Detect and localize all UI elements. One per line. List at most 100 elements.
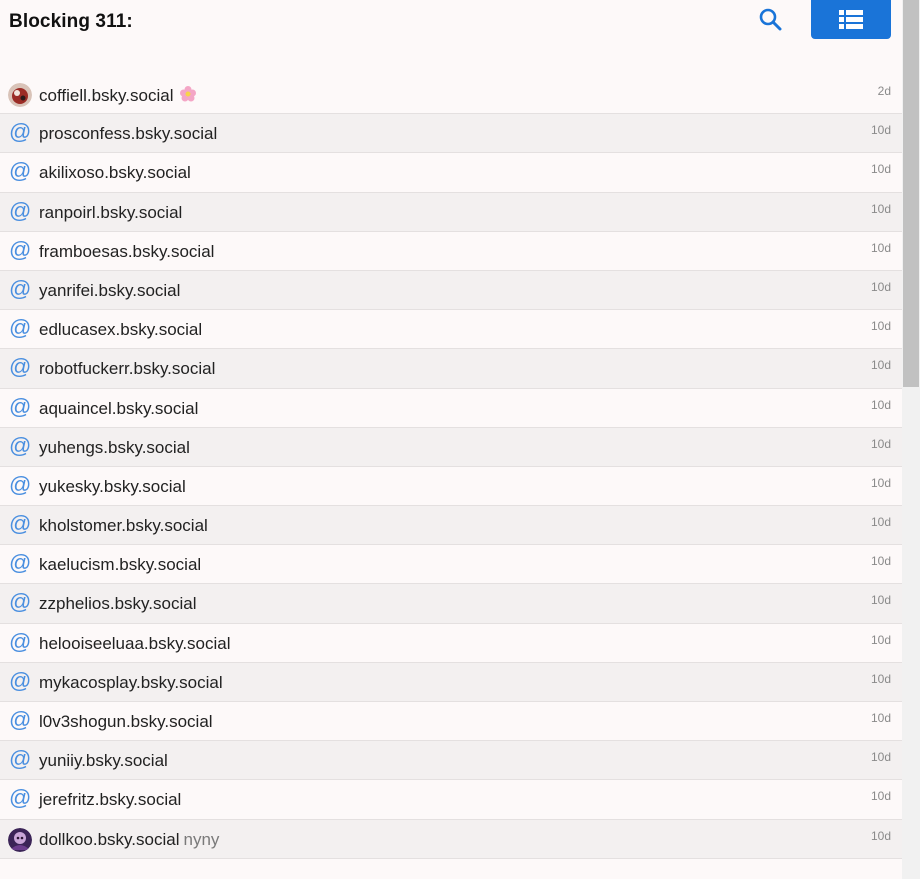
account-handle[interactable]: aquaincel.bsky.social — [39, 399, 198, 419]
block-age: 2d — [877, 84, 891, 98]
search-button[interactable] — [757, 6, 785, 34]
list-item[interactable]: @ framboesas.bsky.social 10d — [0, 231, 902, 271]
account-handle[interactable]: yanrifei.bsky.social — [39, 281, 180, 301]
account-handle[interactable]: kaelucism.bsky.social — [39, 555, 201, 575]
search-icon — [759, 8, 782, 31]
at-sign-icon: @ — [9, 707, 32, 732]
block-age: 10d — [870, 671, 891, 686]
account-handle[interactable]: helooiseeluaa.bsky.social — [39, 634, 231, 654]
at-sign-icon: @ — [9, 746, 32, 772]
block-age: 10d — [870, 554, 891, 569]
list-item[interactable]: dollkoo.bsky.social nyny 10d — [0, 819, 902, 859]
list-item[interactable]: @ aquaincel.bsky.social 10d — [0, 388, 902, 428]
block-age: 10d — [870, 711, 891, 725]
handle-text: zzphelios.bsky.social — [39, 594, 197, 614]
block-age: 10d — [870, 397, 891, 412]
handle-text: yukesky.bsky.social — [39, 476, 186, 496]
avatar[interactable] — [8, 83, 32, 107]
list-item[interactable]: @ akilixoso.bsky.social 10d — [0, 153, 902, 193]
list-item[interactable]: @ jerefritz.bsky.social 10d — [0, 780, 902, 820]
handle-text: ranpoirl.bsky.social — [39, 202, 183, 222]
list-item[interactable]: @ prosconfess.bsky.social 10d — [0, 114, 902, 154]
block-age: 10d — [870, 828, 891, 843]
account-handle[interactable]: akilixoso.bsky.social — [39, 163, 191, 183]
account-handle[interactable]: l0v3shogun.bsky.social — [39, 712, 213, 732]
account-handle[interactable]: yuhengs.bsky.social — [39, 438, 190, 458]
account-handle[interactable]: jerefritz.bsky.social — [39, 790, 181, 810]
app-window: Blocking 311: coffiell.bsky.social 2d @ … — [0, 0, 920, 879]
block-age: 10d — [870, 240, 891, 255]
block-age: 10d — [870, 319, 891, 334]
account-handle[interactable]: framboesas.bsky.social — [39, 242, 214, 262]
handle-text: aquaincel.bsky.social — [39, 398, 199, 418]
account-handle[interactable]: mykacosplay.bsky.social — [39, 673, 223, 693]
at-sign-icon: @ — [9, 354, 32, 380]
account-handle[interactable]: edlucasex.bsky.social — [39, 320, 202, 340]
handle-text: jerefritz.bsky.social — [39, 790, 182, 810]
block-age: 10d — [870, 750, 891, 765]
handle-text: yuniiy.bsky.social — [39, 751, 168, 771]
block-age: 10d — [870, 436, 891, 451]
display-name: nyny — [183, 829, 220, 849]
at-sign-icon: @ — [9, 158, 32, 184]
block-age: 10d — [870, 593, 891, 608]
list-item[interactable]: @ zzphelios.bsky.social 10d — [0, 584, 902, 624]
list-item[interactable]: @ yuhengs.bsky.social 10d — [0, 427, 902, 467]
at-sign-icon: @ — [9, 550, 32, 576]
handle-text: kholstomer.bsky.social — [39, 516, 208, 536]
list-icon — [839, 10, 863, 29]
block-age: 10d — [870, 632, 891, 647]
list-item[interactable]: @ yuniiy.bsky.social 10d — [0, 741, 902, 781]
account-handle[interactable]: zzphelios.bsky.social — [39, 594, 196, 614]
at-sign-icon: @ — [9, 432, 32, 458]
scrollbar-thumb[interactable] — [903, 0, 919, 387]
list-item[interactable]: coffiell.bsky.social 2d — [0, 75, 902, 115]
list-view-button[interactable] — [811, 0, 891, 39]
account-handle[interactable]: prosconfess.bsky.social — [39, 124, 217, 144]
account-handle[interactable]: robotfuckerr.bsky.social — [39, 359, 215, 379]
handle-text: akilixoso.bsky.social — [39, 163, 191, 183]
list-item[interactable]: @ edlucasex.bsky.social 10d — [0, 310, 902, 350]
at-sign-icon: @ — [9, 197, 32, 223]
block-age: 10d — [870, 475, 891, 490]
handle-text: kaelucism.bsky.social — [39, 555, 202, 575]
account-handle[interactable]: coffiell.bsky.social — [39, 85, 197, 108]
block-age: 10d — [870, 279, 891, 294]
at-sign-icon: @ — [9, 393, 32, 419]
list-item[interactable]: @ kaelucism.bsky.social 10d — [0, 545, 902, 585]
list-item[interactable]: @ l0v3shogun.bsky.social 10d — [0, 702, 902, 742]
blocked-accounts-list: coffiell.bsky.social 2d @ prosconfess.bsky.… — [0, 75, 902, 859]
handle-text: dollkoo.bsky.social — [39, 829, 180, 849]
account-handle[interactable]: kholstomer.bsky.social — [39, 516, 208, 536]
handle-text: coffiell.bsky.social — [39, 86, 174, 105]
block-age: 10d — [870, 358, 891, 373]
handle-text: helooiseeluaa.bsky.social — [39, 633, 231, 653]
handle-text: yanrifei.bsky.social — [39, 280, 181, 300]
account-handle[interactable]: dollkoo.bsky.social nyny — [39, 830, 219, 850]
account-handle[interactable]: yukesky.bsky.social — [39, 477, 186, 497]
list-item[interactable]: @ yukesky.bsky.social 10d — [0, 466, 902, 507]
at-sign-icon: @ — [9, 119, 32, 145]
avatar[interactable] — [8, 827, 32, 852]
block-age: 10d — [870, 162, 891, 177]
handle-text: edlucasex.bsky.social — [39, 320, 203, 340]
list-item[interactable]: @ yanrifei.bsky.social 10d — [0, 270, 902, 311]
list-item[interactable]: @ robotfuckerr.bsky.social 10d — [0, 349, 902, 389]
list-item[interactable]: @ kholstomer.bsky.social 10d — [0, 506, 902, 546]
at-sign-icon: @ — [9, 275, 32, 301]
block-age: 10d — [870, 789, 891, 804]
handle-text: framboesas.bsky.social — [39, 241, 215, 261]
at-sign-icon: @ — [9, 471, 32, 497]
block-age: 10d — [870, 515, 891, 530]
handle-text: yuhengs.bsky.social — [39, 437, 190, 457]
flower-icon — [179, 85, 197, 108]
handle-text: prosconfess.bsky.social — [39, 124, 218, 144]
account-handle[interactable]: yuniiy.bsky.social — [39, 751, 168, 771]
account-handle[interactable]: ranpoirl.bsky.social — [39, 203, 182, 223]
at-sign-icon: @ — [9, 315, 32, 341]
list-item[interactable]: @ helooiseeluaa.bsky.social 10d — [0, 623, 902, 663]
at-sign-icon: @ — [9, 667, 32, 693]
list-item[interactable]: @ mykacosplay.bsky.social 10d — [0, 662, 902, 702]
at-sign-icon: @ — [9, 589, 32, 615]
list-item[interactable]: @ ranpoirl.bsky.social 10d — [0, 192, 902, 232]
